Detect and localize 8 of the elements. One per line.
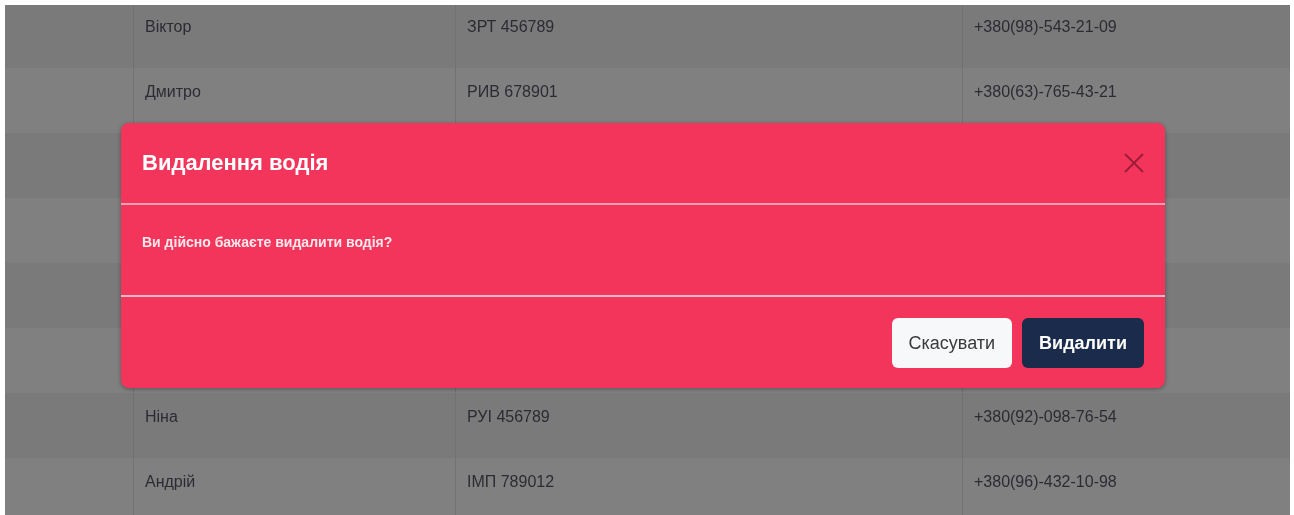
close-icon[interactable] (1123, 152, 1145, 174)
dialog-title: Видалення водія (142, 150, 329, 176)
table-cell: +380(96)-432-10-98 (962, 458, 1290, 515)
table-cell: ІМП 789012 (455, 458, 962, 515)
cancel-button[interactable]: Скасувати (891, 318, 1013, 368)
dialog-message: Ви дійсно бажаєте видалити водія? (142, 234, 393, 250)
delete-button[interactable]: Видалити (1022, 318, 1144, 368)
table-cell: Андрій (133, 458, 455, 515)
